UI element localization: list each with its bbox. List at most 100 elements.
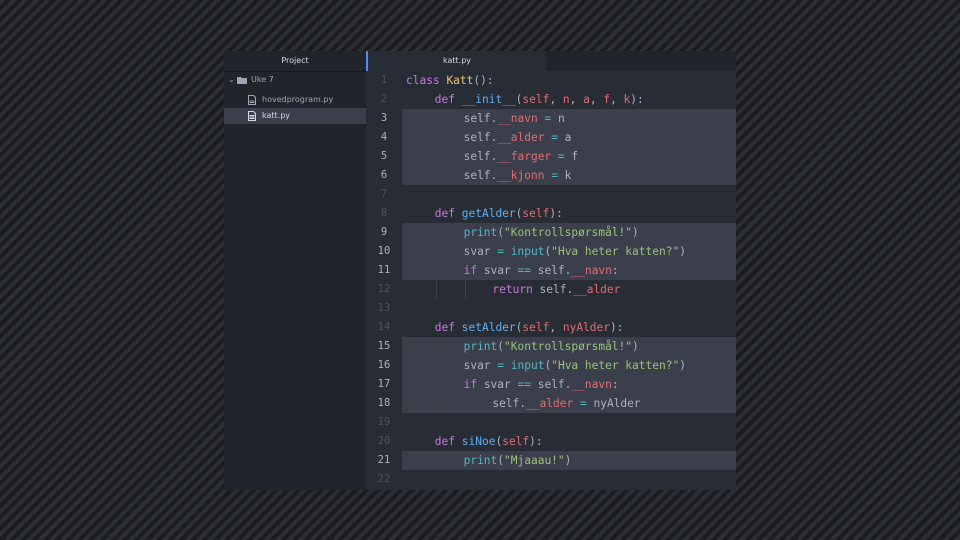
code-token: self. — [463, 150, 498, 163]
line-number: 16 — [366, 356, 402, 375]
code-token: def — [434, 321, 456, 334]
code-line[interactable]: 4 self.__alder = a — [366, 128, 736, 147]
code-token: __navn — [497, 112, 538, 125]
code-token: def — [434, 207, 456, 220]
line-number: 12 — [366, 280, 402, 299]
code-text: print("Kontrollspørsmål!") — [464, 337, 639, 356]
code-token: input — [510, 245, 545, 258]
code-line[interactable]: 21 print("Mjaaau!") — [366, 451, 736, 470]
code-line[interactable]: 10 svar = input("Hva heter katten?") — [366, 242, 736, 261]
code-text: self.__alder = a — [464, 128, 572, 147]
file-item-hovedprogram[interactable]: hovedprogram.py — [224, 92, 366, 108]
code-line[interactable]: 14 def setAlder(self, nyAlder): — [366, 318, 736, 337]
code-token: n — [562, 93, 570, 106]
code-token: ) — [564, 454, 572, 467]
line-number: 11 — [366, 261, 402, 280]
folder-row[interactable]: ⌄ Uke 7 — [224, 72, 366, 88]
sidebar-header: Project — [224, 51, 366, 72]
code-line[interactable]: 16 svar = input("Hva heter katten?") — [366, 356, 736, 375]
code-token: __init__ — [461, 93, 516, 106]
indent-guide — [435, 128, 437, 147]
code-line[interactable]: 20 def siNoe(self): — [366, 432, 736, 451]
code-token: print — [463, 340, 498, 353]
code-token: ) — [632, 226, 639, 239]
file-label: hovedprogram.py — [262, 95, 334, 104]
line-number: 3 — [366, 109, 402, 128]
chevron-down-icon[interactable]: ⌄ — [228, 72, 235, 88]
code-text: self.__navn = n — [464, 109, 565, 128]
code-token: == — [517, 378, 531, 391]
code-token: == — [517, 264, 531, 277]
code-token: setAlder — [461, 321, 516, 334]
code-line[interactable]: 8 def getAlder(self): — [366, 204, 736, 223]
code-token: : — [611, 378, 619, 391]
code-token: siNoe — [461, 435, 496, 448]
code-line[interactable]: 22 — [366, 470, 736, 489]
code-token: Katt — [446, 74, 474, 87]
code-text: class Katt(): — [406, 71, 494, 90]
code-line[interactable]: 15 print("Kontrollspørsmål!") — [366, 337, 736, 356]
code-line[interactable]: 12 return self.__alder — [366, 280, 736, 299]
code-token: nyAlder — [562, 321, 610, 334]
tab-katt-py[interactable]: katt.py — [366, 51, 546, 71]
code-token: "Hva heter katten?" — [551, 359, 680, 372]
code-token: self. — [532, 283, 574, 296]
indent-guide — [435, 109, 437, 128]
code-token: = — [579, 397, 587, 410]
code-text: def siNoe(self): — [435, 432, 543, 451]
code-text: def __init__(self, n, a, f, k): — [435, 90, 644, 109]
file-item-katt[interactable]: katt.py — [224, 108, 366, 124]
code-token: n — [551, 112, 565, 125]
code-token: "Mjaaau!" — [504, 454, 565, 467]
code-line[interactable]: 9 print("Kontrollspørsmål!") — [366, 223, 736, 242]
code-text: def getAlder(self): — [435, 204, 563, 223]
code-token: = — [551, 131, 558, 144]
indent-guide — [464, 394, 466, 413]
code-token: svar — [477, 264, 518, 277]
code-line[interactable]: 13 — [366, 299, 736, 318]
code-token: a — [557, 131, 572, 144]
code-text: if svar == self.__navn: — [464, 375, 619, 394]
code-line[interactable]: 17 if svar == self.__navn: — [366, 375, 736, 394]
indent-guide — [435, 261, 437, 280]
code-token: ): — [529, 435, 543, 448]
code-token: self. — [492, 397, 527, 410]
code-text: self.__kjonn = k — [464, 166, 572, 185]
folder-label: Uke 7 — [251, 75, 274, 84]
code-line[interactable]: 5 self.__farger = f — [366, 147, 736, 166]
code-area[interactable]: 1 class Katt(): 2 def __init__(self, n, a, … — [366, 71, 736, 489]
indent-guide — [435, 166, 437, 185]
indent-guide — [435, 242, 437, 261]
code-line[interactable]: 3 self.__navn = n — [366, 109, 736, 128]
code-token: self. — [530, 264, 572, 277]
code-token: a — [583, 93, 590, 106]
line-number: 10 — [366, 242, 402, 261]
code-token: self — [522, 93, 550, 106]
code-line[interactable]: 18 self.__alder = nyAlder — [366, 394, 736, 413]
tab-bar: katt.py — [366, 51, 736, 71]
code-token: print — [463, 454, 498, 467]
code-editor[interactable]: katt.py 1 class Katt(): 2 def __init__(self… — [366, 51, 736, 490]
code-line[interactable]: 7 — [366, 185, 736, 204]
code-line[interactable]: 1 class Katt(): — [366, 71, 736, 90]
code-token: return — [492, 283, 533, 296]
code-line[interactable]: 19 — [366, 413, 736, 432]
code-token: self. — [530, 378, 572, 391]
code-text: return self.__alder — [492, 280, 620, 299]
code-text: print("Mjaaau!") — [464, 451, 572, 470]
line-number: 18 — [366, 394, 402, 413]
line-number: 7 — [366, 185, 402, 204]
code-token: print — [463, 226, 498, 239]
code-token: if — [463, 378, 478, 391]
line-number: 14 — [366, 318, 402, 337]
code-token: __alder — [497, 131, 545, 144]
code-line[interactable]: 2 def __init__(self, n, a, f, k): — [366, 90, 736, 109]
line-number: 21 — [366, 451, 402, 470]
code-line[interactable]: 6 self.__kjonn = k — [366, 166, 736, 185]
code-line[interactable]: 11 if svar == self.__navn: — [366, 261, 736, 280]
